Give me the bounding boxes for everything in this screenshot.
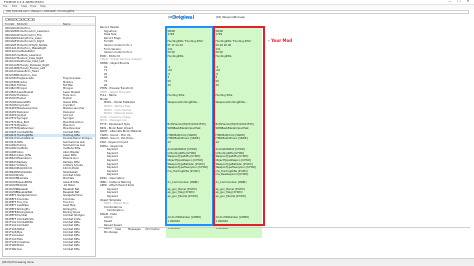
menu-file[interactable]: File xyxy=(3,5,7,8)
record-list-header: FormID EditorID Name xyxy=(3,23,95,27)
menu-view[interactable]: View xyxy=(21,5,27,8)
window-title: FO4Edit 4.1.4 ARMO Editor xyxy=(4,0,45,4)
tab-view[interactable]: View xyxy=(115,228,121,231)
bottom-tabs: View Messages Information xyxy=(98,227,470,231)
record-path-bar[interactable]: [00] Fallout4.esm \ Weapon \ 0004A0E \ H… xyxy=(3,10,469,14)
original-annotation: Original xyxy=(172,15,195,21)
column-formid[interactable]: FormID xyxy=(5,23,14,26)
record-tree-panel: FormID EditorID Name 0004A0AProtectron00… xyxy=(2,16,96,257)
record-list: 0004A0A Protectron 0004A0B ProtectronArm_La… xyxy=(3,27,95,251)
menu-bar: File Edit View Tools Help xyxy=(0,5,474,9)
tab-information[interactable]: Information xyxy=(145,228,160,231)
original-value[interactable] xyxy=(166,231,214,235)
mod-plugin-header[interactable]: [02] WeaponsMod.esp xyxy=(216,16,262,26)
status-text: [00:00] Processing done. xyxy=(2,261,35,264)
record-compare-view: [00] Fallout4.esm [02] WeaponsMod.esp Re… xyxy=(98,16,470,257)
mod-value[interactable] xyxy=(214,231,262,235)
status-bar: [00:00] Processing done. xyxy=(0,258,474,266)
row-formid: 001F1B2 xyxy=(5,247,17,251)
row-editorid: Gun xyxy=(17,247,23,251)
original-highlight-box xyxy=(165,26,214,226)
formid-filter-input[interactable] xyxy=(5,18,35,22)
mod-highlight-box xyxy=(213,26,265,226)
menu-edit[interactable]: Edit xyxy=(12,5,17,8)
tab-messages[interactable]: Messages xyxy=(128,228,141,231)
mod-annotation: - Your Mod xyxy=(268,38,293,43)
menu-tools[interactable]: Tools xyxy=(30,5,36,8)
menu-help[interactable]: Help xyxy=(40,5,46,8)
column-editorid[interactable]: EditorID xyxy=(17,23,27,26)
mod-annotation-text: Your Mod xyxy=(271,38,293,43)
record-list-row[interactable]: 001F1B2 Gun Combat Rifle xyxy=(3,248,95,251)
column-name[interactable]: Name xyxy=(63,23,71,26)
field-label-column: Record Header Signature Data Size Record Fl… xyxy=(98,26,166,238)
row-name: Combat Rifle xyxy=(63,247,80,251)
